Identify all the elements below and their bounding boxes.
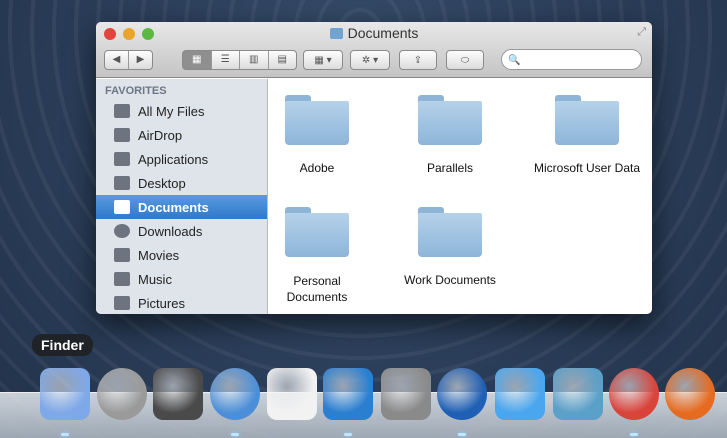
pictures-icon <box>114 296 130 310</box>
dock-icon-finder[interactable] <box>40 368 90 420</box>
dock-icon-word[interactable] <box>323 368 373 420</box>
title-text: Documents <box>347 25 419 41</box>
arrange-button[interactable]: ▦ ▾ <box>303 50 343 70</box>
folder-icon <box>329 28 343 39</box>
sidebar-item-label: Applications <box>138 151 209 167</box>
sidebar-item-downloads[interactable]: Downloads <box>96 219 267 243</box>
sidebar-item-label: Desktop <box>138 175 186 191</box>
running-indicator <box>344 433 352 436</box>
movies-icon <box>114 248 130 262</box>
sidebar-item-all-my-files[interactable]: All My Files <box>96 99 267 123</box>
folder-label: Parallels <box>426 161 474 175</box>
sidebar-item-documents[interactable]: Documents <box>96 195 267 219</box>
folder-icon <box>418 95 482 145</box>
applications-icon <box>114 152 130 166</box>
share-button[interactable]: ⇪ <box>399 50 437 70</box>
fullscreen-icon[interactable]: ⤢ <box>637 26 646 39</box>
folder-icon <box>285 207 349 257</box>
list-view-button[interactable]: ☰ <box>212 51 240 69</box>
running-indicator <box>630 433 638 436</box>
dock-icon-messages[interactable] <box>495 368 545 420</box>
column-view-button[interactable]: ▥ <box>240 51 269 69</box>
coverflow-view-button[interactable]: ▤ <box>269 51 297 69</box>
dock-icon-chrome[interactable] <box>609 368 659 420</box>
tags-button[interactable]: ⬭ <box>446 50 484 70</box>
icon-view-button[interactable]: ▦ <box>183 51 212 69</box>
folder-label: Personal Documents <box>286 274 348 304</box>
sidebar-item-desktop[interactable]: Desktop <box>96 171 267 195</box>
sidebar-heading: FAVORITES <box>105 85 167 97</box>
file-grid: Adobe Parallels Microsoft User Data Pers… <box>269 79 652 314</box>
sidebar-item-label: AirDrop <box>138 127 183 143</box>
folder-icon <box>285 95 349 145</box>
sidebar-item-label: Movies <box>138 247 180 263</box>
sidebar-item-pictures[interactable]: Pictures <box>96 291 267 314</box>
folder-label: Work Documents <box>404 273 496 287</box>
toolbar: Documents ⤢ ◀ ▶ ▦ ☰ ▥ ▤ ▦ ▾ ✲ ▾ ⇪ ⬭ 🔍 <box>96 22 652 78</box>
dock-icon-itunes[interactable] <box>437 368 487 420</box>
back-button[interactable]: ◀ <box>105 51 129 69</box>
music-icon <box>114 272 130 286</box>
folder-item[interactable]: Personal Documents <box>272 207 362 305</box>
folder-icon <box>418 207 482 257</box>
dock-icon-xcode[interactable] <box>553 368 603 420</box>
desktop-icon <box>114 176 130 190</box>
running-indicator <box>61 433 69 436</box>
search-input[interactable]: 🔍 <box>501 49 642 70</box>
dock-tooltip: Finder <box>32 334 93 356</box>
sidebar-item-label: Documents <box>138 199 209 215</box>
finder-window: Documents ⤢ ◀ ▶ ▦ ☰ ▥ ▤ ▦ ▾ ✲ ▾ ⇪ ⬭ 🔍 FAVORI… <box>96 22 652 314</box>
dock-icon-safari[interactable] <box>210 368 260 420</box>
dock-icon-mission-control[interactable] <box>153 368 203 420</box>
sidebar: FAVORITES All My Files AirDrop Applicati… <box>96 79 268 314</box>
documents-icon <box>114 200 130 214</box>
folder-icon <box>555 95 619 145</box>
folder-item[interactable]: Adobe <box>252 95 382 175</box>
view-switcher: ▦ ☰ ▥ ▤ <box>182 50 297 70</box>
running-indicator <box>231 433 239 436</box>
folder-label: Microsoft User Data <box>533 161 641 175</box>
sidebar-item-label: Music <box>138 271 172 287</box>
sidebar-item-label: All My Files <box>138 103 205 119</box>
sidebar-item-applications[interactable]: Applications <box>96 147 267 171</box>
sidebar-item-label: Downloads <box>138 223 203 239</box>
running-indicator <box>458 433 466 436</box>
sidebar-item-airdrop[interactable]: AirDrop <box>96 123 267 147</box>
folder-item[interactable]: Microsoft User Data <box>519 95 652 175</box>
all-files-icon <box>114 104 130 118</box>
dock-icon-firefox[interactable] <box>665 368 715 420</box>
dock-icon-launchpad[interactable] <box>97 368 147 420</box>
folder-label: Adobe <box>299 161 335 175</box>
dock-icon-system-preferences[interactable] <box>381 368 431 420</box>
folder-item[interactable]: Parallels <box>385 95 515 175</box>
window-title: Documents <box>96 25 652 41</box>
dock-icon-textedit[interactable] <box>267 368 317 420</box>
nav-buttons: ◀ ▶ <box>104 50 153 70</box>
action-button[interactable]: ✲ ▾ <box>350 50 390 70</box>
forward-button[interactable]: ▶ <box>129 51 152 69</box>
sidebar-item-label: Pictures <box>138 295 185 311</box>
folder-item[interactable]: Work Documents <box>385 207 515 287</box>
search-icon: 🔍 <box>508 55 521 66</box>
sidebar-item-music[interactable]: Music <box>96 267 267 291</box>
downloads-icon <box>114 224 130 238</box>
airdrop-icon <box>114 128 130 142</box>
sidebar-item-movies[interactable]: Movies <box>96 243 267 267</box>
